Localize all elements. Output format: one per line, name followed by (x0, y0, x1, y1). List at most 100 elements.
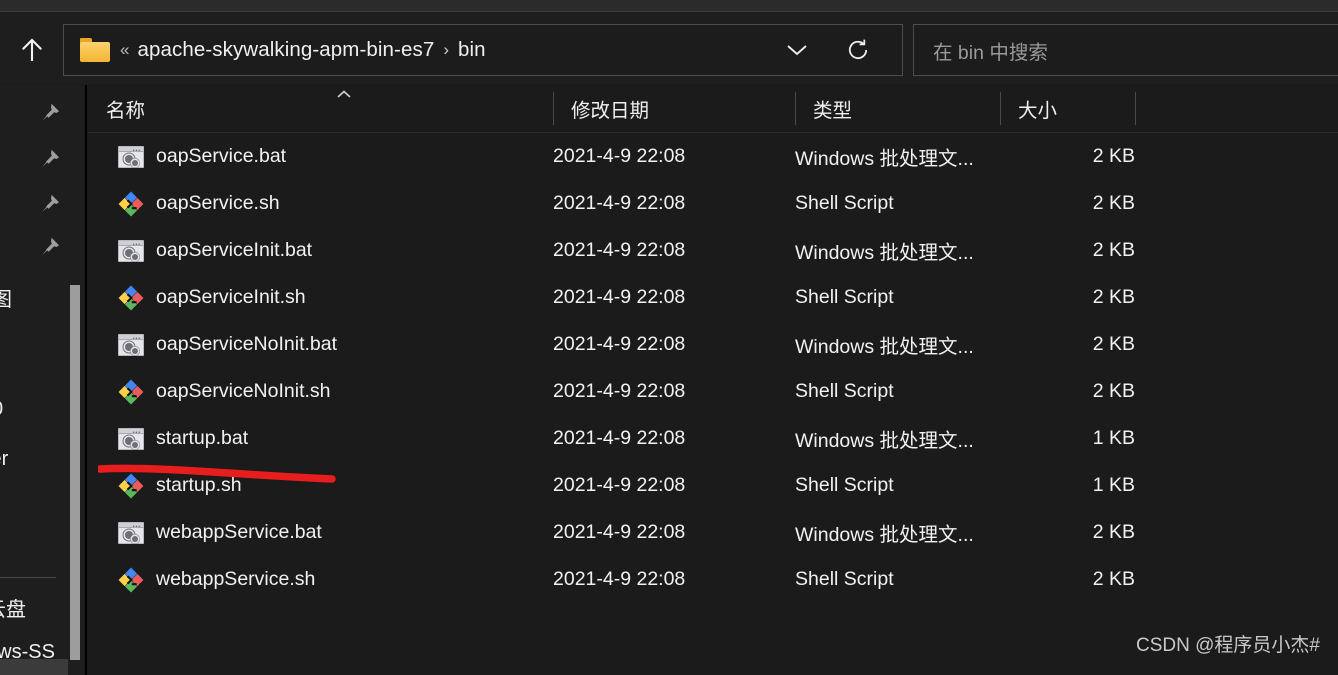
file-type-cell: Shell Script (795, 286, 894, 308)
shell-file-icon (118, 567, 144, 593)
file-date-cell: 2021-4-9 22:08 (553, 333, 686, 355)
column-header-name[interactable]: 名称 (88, 85, 553, 132)
shell-file-icon (118, 285, 144, 311)
file-name-label: oapServiceNoInit.bat (156, 333, 338, 355)
file-type-cell: Windows 批处理文... (795, 524, 974, 546)
file-name-cell[interactable]: webappService.sh (118, 556, 315, 603)
file-name-label: webappService.bat (156, 521, 322, 543)
file-row[interactable]: ••• oapService.bat 2021-4-9 22:08 Windows 批… (88, 133, 1338, 180)
file-type-cell: Windows 批处理文... (795, 242, 974, 264)
file-date-cell: 2021-4-9 22:08 (553, 239, 686, 261)
file-name-cell[interactable]: oapServiceNoInit.sh (118, 368, 331, 415)
address-toolbar: « apache-skywalking-apm-bin-es7 › bin 在 … (0, 12, 1338, 84)
nav-item-label[interactable]: 0 (0, 398, 3, 421)
chevron-down-icon[interactable] (780, 33, 814, 67)
bat-file-icon: ••• (118, 239, 144, 262)
nav-divider (0, 577, 56, 578)
address-bar[interactable]: « apache-skywalking-apm-bin-es7 › bin (63, 24, 903, 76)
file-name-label: startup.bat (156, 427, 249, 449)
file-row[interactable]: ••• oapServiceNoInit.bat 2021-4-9 22:08 Win… (88, 321, 1338, 368)
pin-icon[interactable] (38, 235, 62, 259)
bat-file-icon: ••• (118, 333, 144, 356)
shell-file-icon (118, 191, 144, 217)
search-input[interactable]: 在 bin 中搜索 (913, 24, 1338, 76)
file-row[interactable]: oapService.sh 2021-4-9 22:08 Shell Script 2… (88, 180, 1338, 227)
file-row[interactable]: oapServiceNoInit.sh 2021-4-9 22:08 Shell S… (88, 368, 1338, 415)
file-row[interactable]: ••• webappService.bat 2021-4-9 22:08 Window… (88, 509, 1338, 556)
file-date-cell: 2021-4-9 22:08 (553, 568, 686, 590)
pin-icon[interactable] (38, 192, 62, 216)
bat-file-icon: ••• (118, 427, 144, 450)
breadcrumb-item-1[interactable]: bin (458, 38, 486, 62)
file-size-cell: 2 KB (1092, 521, 1135, 543)
refresh-icon[interactable] (840, 32, 876, 68)
file-size-cell: 1 KB (1092, 474, 1135, 496)
file-row[interactable]: ••• oapServiceInit.bat 2021-4-9 22:08 Windo… (88, 227, 1338, 274)
watermark: CSDN @程序员小杰# (1136, 635, 1320, 656)
file-name-label: oapService.bat (156, 145, 287, 167)
file-name-label: oapService.sh (156, 192, 280, 214)
file-name-cell[interactable]: ••• oapServiceInit.bat (118, 227, 312, 274)
bat-file-icon: ••• (118, 145, 144, 168)
file-name-label: oapServiceInit.sh (156, 286, 306, 308)
file-name-cell[interactable]: ••• webappService.bat (118, 509, 322, 556)
file-list-pane: 名称 修改日期 类型 大小 ••• oapService.bat 2021-4-9 … (88, 85, 1338, 675)
column-resizer[interactable] (1135, 92, 1136, 125)
pin-icon[interactable] (38, 147, 62, 171)
pane-divider[interactable] (85, 85, 87, 675)
file-size-cell: 2 KB (1092, 192, 1135, 214)
column-header-size[interactable]: 大小 (1000, 85, 1135, 132)
file-type-cell: Shell Script (795, 380, 894, 402)
folder-icon (80, 38, 110, 62)
file-name-label: oapServiceInit.bat (156, 239, 313, 261)
file-size-cell: 2 KB (1092, 333, 1135, 355)
file-size-cell: 1 KB (1092, 427, 1135, 449)
breadcrumb-separator: › (443, 40, 450, 59)
file-name-label: startup.sh (156, 474, 242, 496)
file-row[interactable]: startup.sh 2021-4-9 22:08 Shell Script 1 KB (88, 462, 1338, 509)
shell-file-icon (118, 473, 144, 499)
file-name-cell[interactable]: ••• startup.bat (118, 415, 248, 462)
breadcrumb-overflow[interactable]: « (120, 40, 129, 60)
bat-file-icon: ••• (118, 521, 144, 544)
file-date-cell: 2021-4-9 22:08 (553, 521, 686, 543)
file-date-cell: 2021-4-9 22:08 (553, 380, 686, 402)
file-date-cell: 2021-4-9 22:08 (553, 286, 686, 308)
breadcrumb-item-0[interactable]: apache-skywalking-apm-bin-es7 (137, 38, 434, 62)
column-header-date[interactable]: 修改日期 (553, 85, 795, 132)
nav-scrollbar-thumb[interactable] (70, 285, 80, 660)
file-date-cell: 2021-4-9 22:08 (553, 474, 686, 496)
file-date-cell: 2021-4-9 22:08 (553, 145, 686, 167)
window-titlebar (0, 0, 1338, 12)
file-type-cell: Shell Script (795, 192, 894, 214)
file-size-cell: 2 KB (1092, 568, 1135, 590)
file-date-cell: 2021-4-9 22:08 (553, 427, 686, 449)
file-size-cell: 2 KB (1092, 286, 1135, 308)
file-type-cell: Shell Script (795, 568, 894, 590)
file-name-cell[interactable]: oapServiceInit.sh (118, 274, 306, 321)
file-type-cell: Windows 批处理文... (795, 148, 974, 170)
file-row[interactable]: ••• startup.bat 2021-4-9 22:08 Windows 批处理文… (88, 415, 1338, 462)
file-name-cell[interactable]: ••• oapServiceNoInit.bat (118, 321, 337, 368)
file-type-cell: Shell Script (795, 474, 894, 496)
file-name-cell[interactable]: oapService.sh (118, 180, 280, 227)
file-row[interactable]: oapServiceInit.sh 2021-4-9 22:08 Shell Scr… (88, 274, 1338, 321)
search-placeholder: 在 bin 中搜索 (933, 41, 1048, 64)
file-name-cell[interactable]: startup.sh (118, 462, 242, 509)
column-header-type[interactable]: 类型 (795, 85, 1000, 132)
nav-item-label[interactable]: 图 (0, 283, 12, 312)
file-size-cell: 2 KB (1092, 380, 1135, 402)
nav-item-label[interactable]: ler (0, 448, 8, 471)
file-date-cell: 2021-4-9 22:08 (553, 192, 686, 214)
pin-icon[interactable] (38, 101, 62, 125)
file-size-cell: 2 KB (1092, 145, 1135, 167)
file-name-label: webappService.sh (156, 568, 316, 590)
nav-item-label[interactable]: 云盘 (0, 593, 26, 622)
column-header-row: 名称 修改日期 类型 大小 (88, 85, 1338, 132)
file-row[interactable]: webappService.sh 2021-4-9 22:08 Shell Scri… (88, 556, 1338, 603)
file-size-cell: 2 KB (1092, 239, 1135, 261)
file-type-cell: Windows 批处理文... (795, 430, 974, 452)
file-name-cell[interactable]: ••• oapService.bat (118, 133, 286, 180)
up-arrow-icon[interactable] (12, 30, 52, 70)
nav-bottom-gutter (0, 659, 68, 675)
